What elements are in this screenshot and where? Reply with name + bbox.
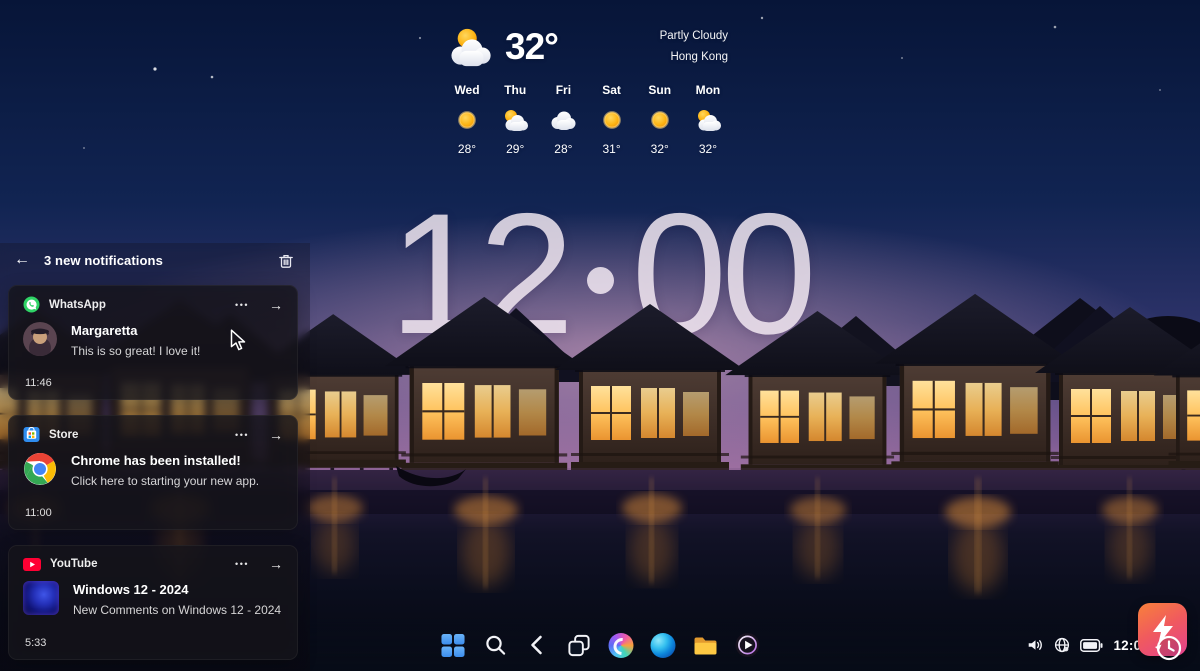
notification-header: ← 3 new notifications	[0, 243, 310, 277]
sun-icon	[599, 107, 625, 133]
avatar	[23, 322, 57, 356]
notification-card-store[interactable]: Store ••• → Chrome has been instal	[8, 415, 298, 530]
chevron-left-icon	[526, 633, 548, 657]
notification-time: 11:00	[9, 507, 297, 529]
microsoft-store-icon	[23, 426, 40, 443]
weather-condition: Partly Cloudy	[660, 26, 728, 47]
notification-count-title: 3 new notifications	[44, 253, 163, 268]
desktop-lock-screen: 12 00	[0, 0, 1200, 671]
notification-message: Click here to starting your new app.	[71, 474, 259, 488]
forecast-col-sun: Sun 32°	[640, 83, 680, 156]
start-button[interactable]	[439, 631, 468, 660]
chrome-icon	[23, 452, 57, 486]
more-options-icon[interactable]: •••	[235, 300, 249, 310]
notification-time: 5:33	[9, 637, 297, 659]
battery-icon[interactable]	[1080, 638, 1103, 653]
app-name: WhatsApp	[49, 299, 106, 311]
partly-cloudy-icon	[447, 26, 497, 68]
network-globe-icon[interactable]	[1054, 637, 1070, 653]
partly-cloudy-icon	[694, 108, 722, 132]
partly-cloudy-icon	[501, 108, 529, 132]
search-button[interactable]	[481, 631, 510, 660]
clock-hours: 12	[389, 188, 568, 360]
task-view-icon	[567, 633, 592, 658]
clear-all-button[interactable]	[278, 252, 294, 269]
weather-forecast-row: Wed 28° Thu 29° Fri 28°	[447, 83, 728, 156]
clock-minutes: 00	[632, 188, 811, 360]
clock-separator-dot	[587, 267, 614, 294]
notification-title: Windows 12 - 2024	[73, 582, 281, 597]
volume-icon[interactable]	[1027, 637, 1044, 653]
edge-button[interactable]	[649, 631, 678, 660]
media-player-icon	[734, 632, 760, 658]
notification-card-youtube[interactable]: YouTube ••• → Windows 12 - 2024 New Comm…	[8, 545, 298, 660]
folder-icon	[692, 633, 718, 657]
open-arrow-icon[interactable]: →	[269, 297, 283, 313]
back-arrow-icon[interactable]: ←	[14, 251, 30, 269]
more-options-icon[interactable]: •••	[235, 430, 249, 440]
forecast-col-mon: Mon 32°	[688, 83, 728, 156]
app-name: YouTube	[50, 558, 97, 570]
trash-icon	[278, 252, 294, 269]
notification-title: Margaretta	[71, 323, 200, 338]
search-icon	[483, 633, 507, 657]
forecast-col-fri: Fri 28°	[543, 83, 583, 156]
task-view-button[interactable]	[565, 631, 594, 660]
current-temperature: 32°	[505, 26, 558, 68]
open-arrow-icon[interactable]: →	[269, 427, 283, 443]
file-explorer-button[interactable]	[691, 631, 720, 660]
windows-logo-icon	[441, 633, 466, 658]
notification-message: This is so great! I love it!	[71, 344, 200, 358]
sun-icon	[454, 107, 480, 133]
weather-location: Hong Kong	[660, 47, 728, 68]
clock-history-icon[interactable]	[1152, 631, 1184, 663]
open-arrow-icon[interactable]: →	[269, 556, 283, 572]
copilot-icon	[609, 633, 634, 658]
forecast-col-wed: Wed 28°	[447, 83, 487, 156]
youtube-icon	[23, 558, 41, 571]
copilot-button[interactable]	[607, 631, 636, 660]
notification-message: New Comments on Windows 12 - 2024	[73, 603, 281, 617]
notification-title: Chrome has been installed!	[71, 453, 259, 468]
video-thumbnail	[23, 581, 59, 615]
cloud-icon	[549, 109, 577, 131]
forecast-col-sat: Sat 31°	[592, 83, 632, 156]
more-options-icon[interactable]: •••	[235, 559, 249, 569]
weather-widget[interactable]: 32° Partly Cloudy Hong Kong Wed 28° Thu …	[447, 26, 728, 156]
notification-time: 11:46	[9, 377, 297, 399]
notification-card-whatsapp[interactable]: WhatsApp ••• → Margaretta This is so	[8, 285, 298, 400]
forecast-col-thu: Thu 29°	[495, 83, 535, 156]
whatsapp-icon	[23, 296, 40, 313]
app-name: Store	[49, 429, 78, 441]
sun-icon	[647, 107, 673, 133]
notification-panel: ← 3 new notifications Wha	[0, 243, 310, 671]
media-player-button[interactable]	[733, 631, 762, 660]
system-tray: 12:00	[1027, 619, 1149, 671]
back-button[interactable]	[523, 631, 552, 660]
edge-icon	[651, 633, 676, 658]
